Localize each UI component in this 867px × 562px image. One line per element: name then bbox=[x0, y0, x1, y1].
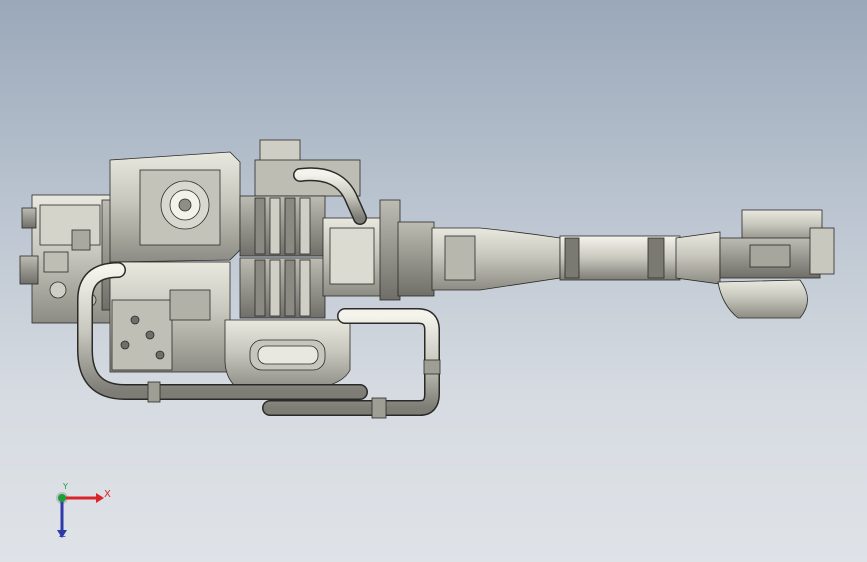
z-axis-label: Z bbox=[59, 529, 66, 540]
pedestal bbox=[224, 319, 351, 391]
wrist bbox=[717, 209, 835, 319]
x-axis-label: X bbox=[104, 489, 111, 500]
orientation-triad[interactable]: X Y Z bbox=[44, 480, 114, 550]
motor-lower bbox=[239, 257, 326, 319]
robot-model[interactable] bbox=[0, 0, 867, 562]
forearm bbox=[397, 221, 721, 297]
y-axis-label: Y bbox=[63, 482, 68, 491]
cad-graphics-viewport[interactable]: X Y Z bbox=[0, 0, 867, 562]
motor-upper bbox=[239, 195, 326, 257]
